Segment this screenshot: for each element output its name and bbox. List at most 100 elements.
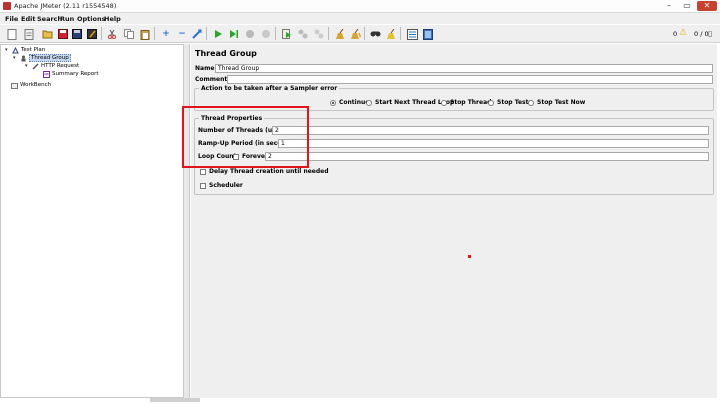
summary-report-icon	[43, 70, 50, 78]
jmeter-app-icon	[3, 2, 11, 10]
loop-count-field[interactable]	[265, 152, 709, 161]
horizontal-scrollbar[interactable]	[150, 398, 200, 402]
error-count: 0	[673, 30, 678, 38]
collapse-toggle-icon[interactable]: ▾	[25, 63, 30, 69]
remote-start-icon[interactable]	[281, 28, 293, 40]
expand-toolbar-icon[interactable]: ▯	[708, 29, 716, 39]
name-field[interactable]	[215, 64, 713, 73]
collapse-toggle-icon[interactable]: ▾	[13, 55, 18, 61]
cursor-marker	[468, 255, 471, 258]
tree-node-test-plan[interactable]: ▾ Test Plan	[5, 46, 45, 54]
remote-shutdown-icon[interactable]	[313, 28, 325, 40]
toggle-icon[interactable]	[191, 28, 203, 40]
collapse-toggle-icon[interactable]: ▾	[5, 47, 10, 53]
menu-search[interactable]: Search	[37, 15, 62, 23]
checkbox-label: Scheduler	[209, 182, 243, 189]
tree-node-label: HTTP Request	[41, 63, 80, 69]
save-icon[interactable]	[57, 28, 69, 40]
workbench-icon	[11, 82, 18, 89]
collapse-all-icon[interactable]: −	[176, 28, 188, 40]
radio-selected-icon	[330, 99, 336, 106]
toolbar-separator	[101, 27, 102, 40]
delay-thread-creation-checkbox[interactable]: Delay Thread creation until needed	[200, 168, 329, 175]
save-as-icon[interactable]	[71, 28, 83, 40]
window-titlebar: Apache JMeter (2.11 r1554548) – ▭ ✕	[0, 0, 720, 13]
ramp-up-field[interactable]	[278, 139, 709, 148]
clear-icon[interactable]	[333, 28, 345, 40]
checkbox-icon	[200, 182, 206, 189]
toolbar: + − 0 ⚠ 0 / 0 ▯	[0, 25, 720, 43]
radio-icon	[488, 99, 494, 106]
radio-label: Stop Test	[497, 99, 529, 106]
tree-node-summary-report[interactable]: Summary Report	[43, 70, 99, 78]
scheduler-checkbox[interactable]: Scheduler	[200, 182, 243, 189]
warning-icon[interactable]: ⚠	[679, 28, 689, 38]
radio-icon	[528, 99, 534, 106]
remote-stop-icon[interactable]	[297, 28, 309, 40]
name-label: Name:	[195, 65, 217, 72]
paste-icon[interactable]	[139, 28, 151, 40]
num-threads-field[interactable]	[272, 126, 709, 135]
sampler-error-legend: Action to be taken after a Sampler error	[201, 85, 338, 92]
tree-node-workbench[interactable]: WorkBench	[11, 81, 51, 89]
tree-node-label: Summary Report	[52, 71, 99, 77]
toolbar-separator	[275, 27, 276, 40]
menu-run[interactable]: Run	[60, 15, 74, 23]
stop-test-radio[interactable]: Stop Test	[488, 99, 529, 106]
start-no-pause-icon[interactable]	[228, 28, 240, 40]
cut-icon[interactable]	[106, 28, 118, 40]
stop-icon[interactable]	[244, 28, 256, 40]
continue-radio[interactable]: Continue	[330, 99, 369, 106]
clear-all-icon[interactable]	[349, 28, 361, 40]
maximize-button[interactable]: ▭	[680, 1, 694, 11]
tree-node-http-request[interactable]: ▾ HTTP Request	[25, 62, 79, 70]
tree-node-thread-group[interactable]: ▾ Thread Group	[13, 54, 71, 62]
close-button[interactable]: ✕	[697, 1, 717, 11]
tree-node-label: WorkBench	[20, 82, 52, 88]
toolbar-separator	[400, 27, 401, 40]
expand-all-icon[interactable]: +	[160, 28, 172, 40]
pane-splitter[interactable]	[184, 44, 190, 398]
toolbar-separator	[328, 27, 329, 40]
checkbox-label: Delay Thread creation until needed	[209, 168, 329, 175]
radio-icon	[441, 99, 447, 106]
start-icon[interactable]	[212, 28, 224, 40]
radio-label: Stop Thread	[450, 99, 492, 106]
toolbar-separator	[364, 27, 365, 40]
tree-node-label: Thread Group	[29, 54, 71, 62]
copy-icon[interactable]	[123, 28, 135, 40]
menu-edit[interactable]: Edit	[21, 15, 35, 23]
search-icon[interactable]	[369, 28, 381, 40]
test-plan-icon	[12, 46, 19, 54]
new-icon[interactable]	[6, 28, 18, 40]
menu-file[interactable]: File	[5, 15, 18, 23]
menu-help[interactable]: Help	[104, 15, 121, 23]
http-request-icon	[32, 62, 39, 70]
stop-test-now-radio[interactable]: Stop Test Now	[528, 99, 585, 106]
toolbar-separator	[206, 27, 207, 40]
menu-bar: File Edit Search Run Options Help	[0, 13, 720, 24]
function-helper-icon[interactable]	[406, 28, 418, 40]
shutdown-icon[interactable]	[260, 28, 272, 40]
window-title: Apache JMeter (2.11 r1554548)	[14, 2, 117, 10]
templates-icon[interactable]	[23, 28, 35, 40]
reset-search-icon[interactable]	[385, 28, 397, 40]
test-plan-tree: ▾ Test Plan ▾ Thread Group ▾ HTTP Reques…	[0, 44, 184, 398]
save-edit-icon[interactable]	[86, 28, 98, 40]
minimize-button[interactable]: –	[662, 1, 676, 11]
thread-group-editor: Thread Group Name: Comments: Action to b…	[191, 44, 717, 398]
tree-node-label: Test Plan	[21, 47, 46, 53]
toolbar-separator	[154, 27, 155, 40]
radio-label: Stop Test Now	[537, 99, 586, 106]
help-icon[interactable]	[422, 28, 434, 40]
stop-thread-radio[interactable]: Stop Thread	[441, 99, 491, 106]
highlight-annotation	[182, 106, 309, 168]
radio-label: Continue	[339, 99, 370, 106]
panel-title: Thread Group	[195, 49, 257, 58]
comments-field[interactable]	[227, 75, 713, 84]
thread-group-icon	[20, 55, 27, 62]
checkbox-icon	[200, 168, 206, 175]
menu-options[interactable]: Options	[77, 15, 105, 23]
open-icon[interactable]	[41, 28, 53, 40]
radio-icon	[366, 99, 372, 106]
